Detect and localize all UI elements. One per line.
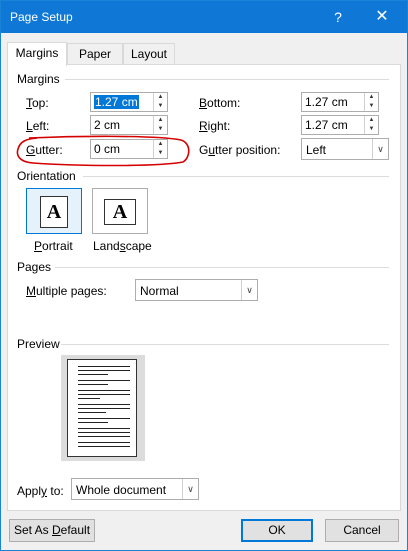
- bottom-margin-value[interactable]: 1.27 cm: [305, 95, 348, 109]
- multiple-pages-label: Multiple pages:: [26, 284, 107, 298]
- top-margin-spinner[interactable]: 1.27 cm ▲ ▼: [90, 92, 168, 112]
- preview-line: [78, 442, 130, 443]
- bottom-margin-spinner[interactable]: 1.27 cm ▲ ▼: [301, 92, 379, 112]
- left-margin-spinner[interactable]: 2 cm ▲ ▼: [90, 115, 168, 135]
- page-setup-dialog: Page Setup ? ✕ Margins Paper Layout Marg…: [0, 0, 408, 551]
- top-margin-arrows: ▲ ▼: [153, 93, 167, 111]
- gutter-arrows: ▲ ▼: [153, 140, 167, 158]
- chevron-down-icon[interactable]: ∨: [372, 139, 388, 159]
- landscape-icon: A: [104, 199, 136, 225]
- preview-line: [78, 422, 108, 423]
- pages-group-divider: [55, 267, 389, 268]
- right-margin-arrows: ▲ ▼: [364, 116, 378, 134]
- preview-line: [78, 390, 130, 391]
- tab-margins[interactable]: Margins: [7, 42, 67, 66]
- portrait-icon: A: [40, 196, 68, 228]
- preview-line: [78, 404, 130, 405]
- portrait-label: Portrait: [34, 239, 73, 253]
- margins-group-divider: [65, 79, 389, 80]
- preview-line: [78, 380, 130, 381]
- preview-line: [78, 418, 130, 419]
- right-label: Right:: [199, 119, 231, 133]
- title-bar: Page Setup ? ✕: [1, 1, 407, 33]
- spin-up-icon[interactable]: ▲: [154, 116, 167, 125]
- top-margin-value[interactable]: 1.27 cm: [94, 95, 139, 109]
- gutter-position-value: Left: [306, 143, 327, 157]
- close-button[interactable]: ✕: [365, 5, 399, 29]
- spin-down-icon[interactable]: ▼: [365, 102, 378, 111]
- preview-line: [78, 446, 130, 447]
- apply-to-label: Apply to:: [17, 484, 64, 498]
- spin-up-icon[interactable]: ▲: [365, 116, 378, 125]
- chevron-down-icon[interactable]: ∨: [182, 479, 198, 499]
- left-margin-arrows: ▲ ▼: [153, 116, 167, 134]
- spin-up-icon[interactable]: ▲: [154, 93, 167, 102]
- tab-paper[interactable]: Paper: [67, 43, 123, 65]
- ok-button[interactable]: OK: [241, 519, 313, 542]
- left-margin-value[interactable]: 2 cm: [94, 118, 120, 132]
- bottom-label: Bottom:: [199, 96, 241, 110]
- bottom-margin-arrows: ▲ ▼: [364, 93, 378, 111]
- multiple-pages-value: Normal: [140, 284, 179, 298]
- help-button[interactable]: ?: [323, 5, 353, 29]
- window-title: Page Setup: [10, 10, 73, 24]
- preview-group-divider: [61, 344, 389, 345]
- orientation-group-label: Orientation: [17, 169, 76, 183]
- multiple-pages-select[interactable]: Normal ∨: [135, 279, 258, 301]
- spin-down-icon[interactable]: ▼: [365, 125, 378, 134]
- spin-down-icon[interactable]: ▼: [154, 125, 167, 134]
- gutter-spinner[interactable]: 0 cm ▲ ▼: [90, 139, 168, 159]
- preview-line: [78, 374, 108, 375]
- preview-line: [78, 366, 130, 367]
- preview-line: [78, 408, 130, 409]
- right-margin-spinner[interactable]: 1.27 cm ▲ ▼: [301, 115, 379, 135]
- gutter-position-label: Gutter position:: [199, 143, 281, 157]
- portrait-button[interactable]: A: [26, 188, 82, 234]
- landscape-label: Landscape: [93, 239, 152, 253]
- spin-down-icon[interactable]: ▼: [154, 149, 167, 158]
- apply-to-select[interactable]: Whole document ∨: [71, 478, 199, 500]
- top-label: Top:: [26, 96, 49, 110]
- preview-group-label: Preview: [17, 337, 60, 351]
- preview-line: [78, 428, 130, 429]
- cancel-button[interactable]: Cancel: [325, 519, 399, 542]
- preview-line: [78, 370, 130, 371]
- landscape-button[interactable]: A: [92, 188, 148, 234]
- gutter-label: Gutter:: [26, 143, 63, 157]
- tab-layout[interactable]: Layout: [123, 43, 175, 65]
- spin-down-icon[interactable]: ▼: [154, 102, 167, 111]
- margins-group-label: Margins: [17, 72, 60, 86]
- orientation-group-divider: [83, 176, 389, 177]
- gutter-value[interactable]: 0 cm: [94, 142, 120, 156]
- pages-group-label: Pages: [17, 260, 52, 274]
- preview-page: [67, 359, 137, 457]
- preview-line: [78, 436, 130, 437]
- apply-to-value: Whole document: [76, 483, 167, 497]
- left-label: Left:: [26, 119, 50, 133]
- preview-line: [78, 432, 130, 433]
- preview-line: [78, 412, 106, 413]
- gutter-position-select[interactable]: Left ∨: [301, 138, 389, 160]
- chevron-down-icon[interactable]: ∨: [241, 280, 257, 300]
- preview-line: [78, 398, 100, 399]
- preview-line: [78, 384, 108, 385]
- spin-up-icon[interactable]: ▲: [154, 140, 167, 149]
- spin-up-icon[interactable]: ▲: [365, 93, 378, 102]
- preview-line: [78, 394, 130, 395]
- right-margin-value[interactable]: 1.27 cm: [305, 118, 348, 132]
- set-as-default-button[interactable]: Set As Default: [9, 519, 95, 542]
- preview-thumbnail: [61, 355, 145, 461]
